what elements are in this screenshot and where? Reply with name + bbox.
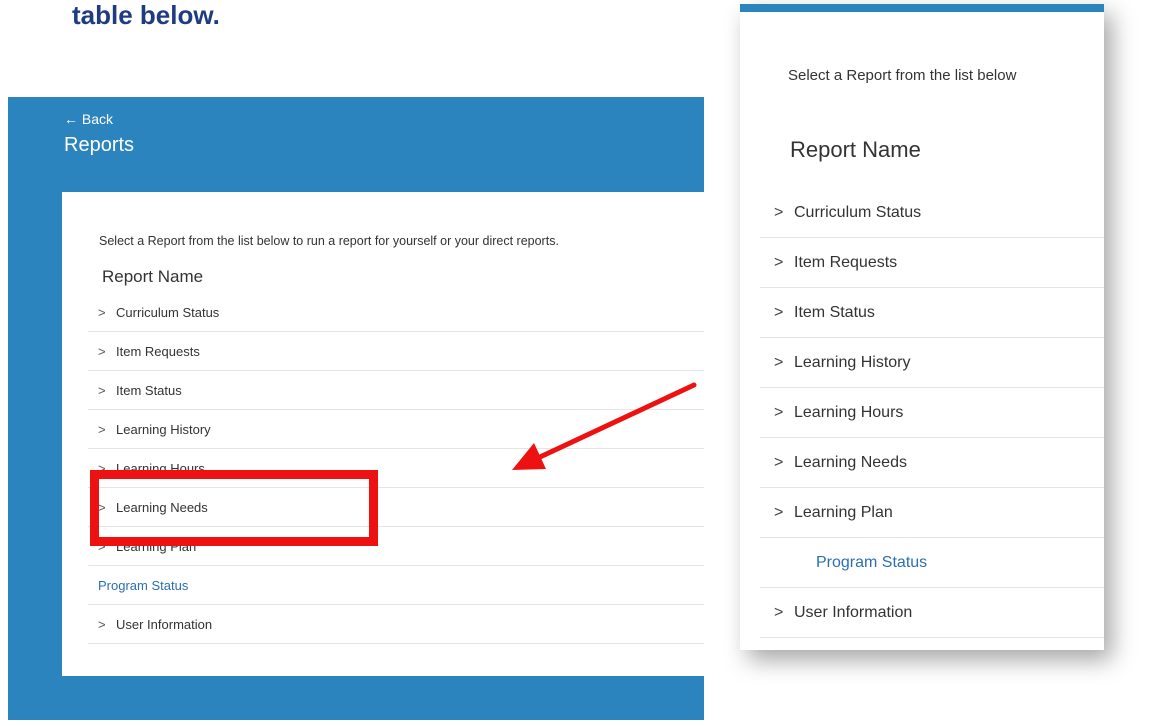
instructions-text: Select a Report from the list below to r… [99,234,559,248]
chevron-right-icon[interactable]: > [760,204,794,222]
report-label: Learning History [116,421,211,437]
chevron-right-icon[interactable]: > [88,383,116,398]
chevron-right-icon[interactable]: > [760,304,794,322]
zoomed-reports-panel: Select a Report from the list below Repo… [740,4,1104,650]
chevron-right-icon[interactable]: > [760,604,794,622]
zoomed-report-label: Curriculum Status [794,203,922,221]
chevron-right-icon[interactable]: > [88,617,116,632]
zoomed-report-label: Learning History [794,353,911,371]
zoomed-report-item-learning-hours[interactable]: > Learning Hours [760,388,1104,438]
zoomed-report-label: Item Requests [794,253,898,271]
zoomed-report-label: User Information [794,603,913,621]
zoomed-instructions-text: Select a Report from the list below [788,67,1017,84]
report-item-learning-plan[interactable]: > Learning Plan [88,527,704,566]
report-label: Learning Plan [116,538,197,554]
zoomed-report-label: Item Status [794,303,875,321]
report-label: User Information [116,616,213,632]
zoomed-report-item-item-requests[interactable]: > Item Requests [760,238,1104,288]
zoomed-report-item-item-status[interactable]: > Item Status [760,288,1104,338]
back-link[interactable]: ← Back [64,111,113,127]
chevron-right-icon[interactable]: > [88,344,116,359]
zoomed-report-item-learning-history[interactable]: > Learning History [760,338,1104,388]
chevron-right-icon[interactable]: > [760,454,794,472]
chevron-right-icon[interactable]: > [88,305,116,320]
header-band [740,4,1104,12]
report-item-learning-needs[interactable]: > Learning Needs [88,488,704,527]
report-link[interactable]: Program Status [98,578,188,593]
report-item-program-status[interactable]: Program Status [88,566,704,605]
report-label: Curriculum Status [116,304,220,320]
zoomed-report-label: Learning Needs [794,453,907,471]
report-item-user-information[interactable]: > User Information [88,605,704,644]
arrow-icon [512,382,697,470]
instruction-heading-fragment: table below. [72,0,220,30]
zoomed-report-label: Learning Hours [794,403,904,421]
report-label: Item Status [116,382,182,398]
page-title: Reports [64,134,135,156]
zoomed-report-item-program-status[interactable]: Program Status [760,538,1104,588]
chevron-right-icon[interactable]: > [760,404,794,422]
zoomed-report-item-learning-needs[interactable]: > Learning Needs [760,438,1104,488]
chevron-right-icon[interactable]: > [88,461,116,476]
report-label: Learning Needs [116,499,208,515]
report-item-curriculum-status[interactable]: > Curriculum Status [88,293,704,332]
zoomed-report-item-learning-plan[interactable]: > Learning Plan [760,488,1104,538]
chevron-right-icon[interactable]: > [88,539,116,554]
chevron-right-icon[interactable]: > [760,254,794,272]
report-name-header: Report Name [102,267,204,286]
zoomed-report-list: > Curriculum Status > Item Requests > Item St… [760,188,1104,638]
zoomed-report-name-header: Report Name [790,137,921,162]
report-item-item-requests[interactable]: > Item Requests [88,332,704,371]
chevron-right-icon[interactable]: > [760,354,794,372]
chevron-right-icon[interactable]: > [760,504,794,522]
zoomed-report-item-curriculum-status[interactable]: > Curriculum Status [760,188,1104,238]
chevron-right-icon[interactable]: > [88,422,116,437]
report-label: Learning Hours [116,460,205,476]
zoomed-report-link[interactable]: Program Status [816,554,927,572]
zoomed-report-item-user-information[interactable]: > User Information [760,588,1104,638]
zoomed-report-label: Learning Plan [794,503,893,521]
chevron-right-icon[interactable]: > [88,500,116,515]
report-label: Item Requests [116,343,200,359]
